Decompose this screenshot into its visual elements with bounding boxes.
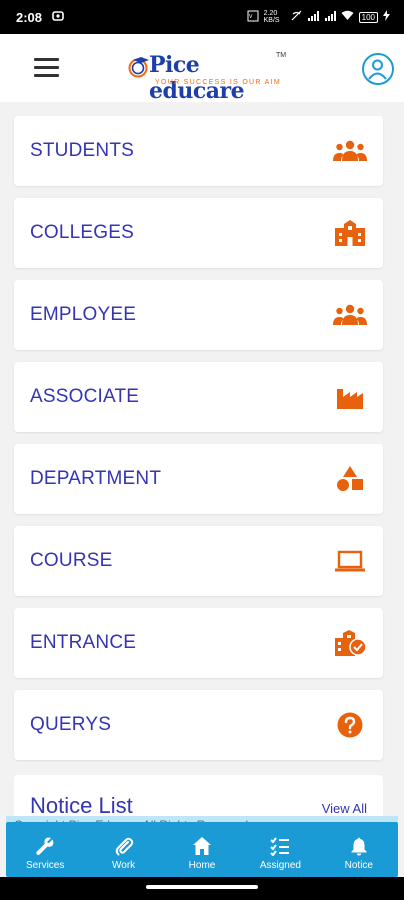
svg-text:V: V	[249, 14, 253, 20]
nav-notice[interactable]: Notice	[320, 822, 398, 877]
menu-card-querys[interactable]: QUERYS	[14, 690, 383, 760]
profile-avatar-icon[interactable]	[362, 53, 394, 85]
logo-trademark: TM	[276, 52, 287, 59]
verified-school-icon	[333, 629, 367, 657]
signal-icon-1	[307, 10, 319, 24]
nav-work[interactable]: Work	[84, 822, 162, 877]
group-icon	[333, 301, 367, 329]
menu-label-course: COURSE	[30, 550, 113, 571]
logo-text: Pice educare	[149, 52, 245, 104]
nav-services[interactable]: Services	[6, 822, 84, 877]
laptop-icon	[333, 547, 367, 575]
paperclip-icon	[115, 837, 133, 856]
menu-icon[interactable]	[34, 58, 59, 77]
category-icon	[333, 465, 367, 493]
gesture-bar	[0, 877, 404, 900]
home-gesture-handle[interactable]	[146, 885, 258, 889]
wrench-icon	[36, 837, 54, 855]
notification-icon	[52, 10, 64, 25]
menu-label-employee: EMPLOYEE	[30, 304, 137, 325]
menu-card-course[interactable]: COURSE	[14, 526, 383, 596]
menu-card-associate[interactable]: ASSOCIATE	[14, 362, 383, 432]
menu-card-colleges[interactable]: COLLEGES	[14, 198, 383, 268]
signal-icon-2	[324, 10, 336, 24]
wifi-icon	[341, 10, 354, 24]
app-header: Pice educare TM YOUR SUCCESS IS OUR AIM	[0, 34, 404, 104]
menu-card-department[interactable]: DEPARTMENT	[14, 444, 383, 514]
menu-card-entrance[interactable]: ENTRANCE	[14, 608, 383, 678]
factory-icon	[333, 383, 367, 411]
nav-assigned[interactable]: Assigned	[241, 822, 319, 877]
status-bar: 2:08 V 2.20 KB/S 100	[0, 0, 404, 34]
nav-label-work: Work	[112, 860, 136, 871]
pice-educare-logo: Pice educare TM YOUR SUCCESS IS OUR AIM	[127, 52, 297, 104]
menu-card-students[interactable]: STUDENTS	[14, 116, 383, 186]
app-screen: Pice educare TM YOUR SUCCESS IS OUR AIM …	[0, 34, 404, 877]
nav-home[interactable]: Home	[163, 822, 241, 877]
nav-label-notice: Notice	[344, 860, 373, 871]
menu-label-department: DEPARTMENT	[30, 468, 162, 489]
help-icon	[333, 711, 367, 739]
nav-label-assigned: Assigned	[259, 860, 301, 871]
charging-icon	[383, 10, 390, 24]
no-sim-icon	[291, 10, 302, 24]
nav-label-home: Home	[188, 860, 216, 871]
menu-label-querys: QUERYS	[30, 714, 112, 735]
logo-tagline: YOUR SUCCESS IS OUR AIM	[155, 79, 281, 86]
home-icon	[193, 837, 212, 855]
view-all-link[interactable]: View All	[322, 801, 367, 816]
nav-label-services: Services	[26, 860, 65, 871]
main-menu: STUDENTS COLLEGES EMPLOYEE ASSOCIATE DEP…	[14, 116, 383, 772]
bell-icon	[351, 837, 367, 856]
group-icon	[333, 137, 367, 165]
menu-label-entrance: ENTRANCE	[30, 632, 137, 653]
menu-label-students: STUDENTS	[30, 140, 134, 161]
battery-icon: 100	[358, 11, 378, 23]
status-time: 2:08	[16, 9, 43, 25]
menu-label-colleges: COLLEGES	[30, 222, 135, 243]
menu-card-employee[interactable]: EMPLOYEE	[14, 280, 383, 350]
logo-mark-icon	[128, 57, 149, 78]
bottom-navigation: Services Work Home Assigned Notice	[6, 822, 398, 877]
volte-icon: V	[247, 10, 259, 25]
network-speed: 2.20 KB/S	[263, 10, 280, 24]
school-icon	[333, 219, 367, 247]
battery-level: 100	[361, 12, 375, 22]
checklist-icon	[270, 837, 290, 856]
menu-label-associate: ASSOCIATE	[30, 386, 140, 407]
